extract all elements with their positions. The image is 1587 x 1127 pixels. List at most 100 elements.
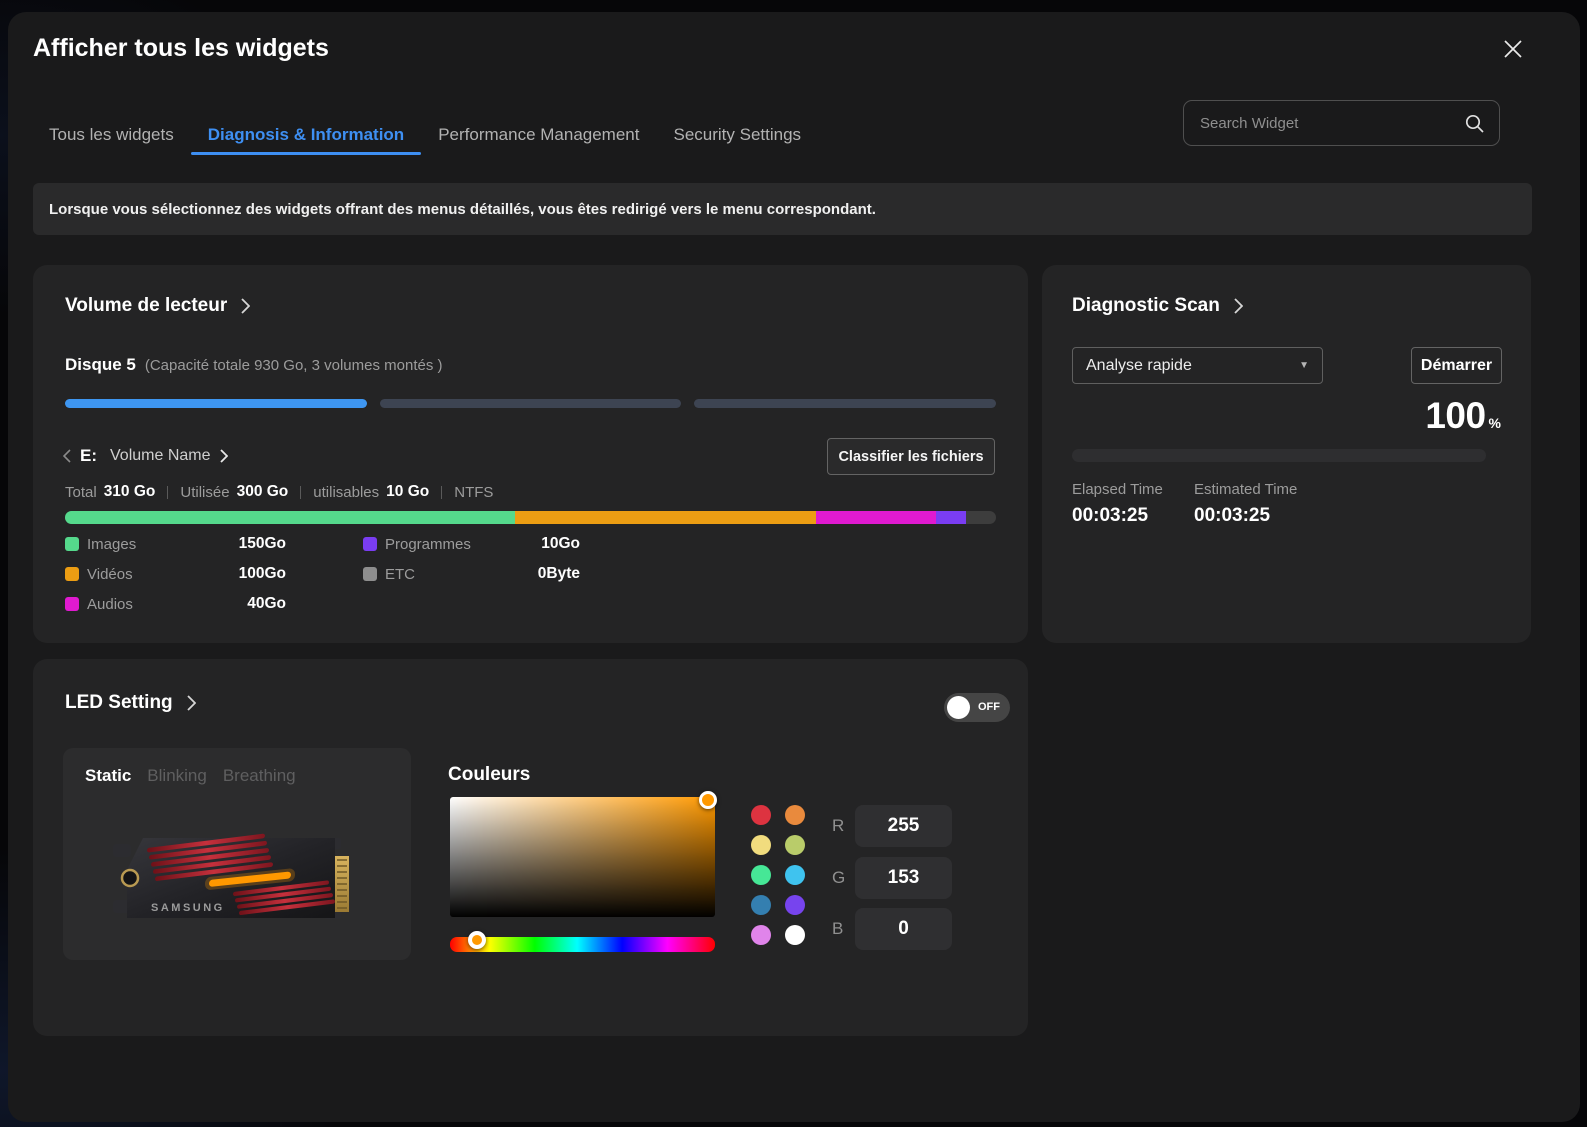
- color-swatch-blue[interactable]: [751, 895, 771, 915]
- ssd-brand-text: SAMSUNG: [151, 902, 225, 914]
- stat-value: 300 Go: [237, 483, 289, 501]
- disk-volume-segments: [65, 399, 996, 408]
- color-swatch-green[interactable]: [751, 865, 771, 885]
- scan-progress-percent: 100 %: [1425, 395, 1501, 437]
- green-channel-field[interactable]: 153: [855, 857, 952, 899]
- blue-channel-field[interactable]: 0: [855, 908, 952, 950]
- usage-segment-images: [65, 511, 515, 524]
- usage-segment-videos: [515, 511, 815, 524]
- stat-label: Total: [65, 484, 97, 501]
- start-scan-button[interactable]: Démarrer: [1411, 347, 1502, 384]
- color-swatch-cyan[interactable]: [785, 865, 805, 885]
- scan-progress-bar: [1072, 449, 1486, 462]
- page-title: Afficher tous les widgets: [33, 34, 329, 63]
- estimated-time-value: 00:03:25: [1194, 505, 1270, 527]
- estimated-time-label: Estimated Time: [1194, 481, 1297, 498]
- saturation-value-cursor[interactable]: [699, 791, 717, 809]
- diagnostic-card-title: Diagnostic Scan: [1072, 295, 1220, 317]
- search-icon[interactable]: [1464, 113, 1485, 134]
- legend-chip: [65, 567, 79, 581]
- scan-type-dropdown[interactable]: Analyse rapide ▼: [1072, 347, 1323, 384]
- disk-capacity-info: (Capacité totale 930 Go, 3 volumes monté…: [145, 357, 443, 374]
- toggle-state-label: OFF: [978, 693, 1000, 722]
- info-banner-text: Lorsque vous sélectionnez des widgets of…: [49, 201, 876, 218]
- red-channel-label: R: [832, 805, 854, 847]
- diagnostic-scan-card: Diagnostic Scan Analyse rapide ▼ Démarre…: [1042, 265, 1531, 643]
- volume-navigator: E: Volume Name: [63, 443, 228, 469]
- hue-slider[interactable]: [450, 937, 715, 952]
- volume-segment[interactable]: [694, 399, 996, 408]
- widgets-modal: Afficher tous les widgets Tous les widge…: [8, 12, 1580, 1122]
- color-swatch-orange[interactable]: [785, 805, 805, 825]
- legend-item: Programmes 10Go: [363, 535, 580, 553]
- led-mode-tabs: Static Blinking Breathing: [85, 766, 296, 786]
- led-setting-card: LED Setting OFF Static Blinking Breathin…: [33, 659, 1028, 1036]
- color-swatch-red[interactable]: [751, 805, 771, 825]
- hue-slider-cursor[interactable]: [468, 931, 486, 949]
- volume-name: Volume Name: [110, 447, 211, 465]
- tab-bar: Tous les widgets Diagnosis & Information…: [32, 115, 818, 155]
- usage-segment-audios: [816, 511, 936, 524]
- tab-performance-management[interactable]: Performance Management: [421, 115, 656, 155]
- blue-channel-label: B: [832, 908, 854, 950]
- close-icon: [1500, 36, 1526, 62]
- led-card-title: LED Setting: [65, 692, 173, 714]
- disk-info-line: Disque 5 (Capacité totale 930 Go, 3 volu…: [65, 355, 443, 375]
- classify-files-button[interactable]: Classifier les fichiers: [827, 438, 995, 475]
- disk-name: Disque 5: [65, 355, 136, 375]
- stat-value: 310 Go: [104, 483, 156, 501]
- color-swatch-grid: [751, 805, 805, 945]
- stat-label: utilisables: [313, 484, 379, 501]
- filesystem-label: NTFS: [454, 484, 493, 501]
- stat-label: Utilisée: [180, 484, 229, 501]
- legend-chip: [65, 597, 79, 611]
- elapsed-time-label: Elapsed Time: [1072, 481, 1163, 498]
- chevron-right-icon[interactable]: [220, 449, 228, 463]
- tab-tous-les-widgets[interactable]: Tous les widgets: [32, 115, 191, 155]
- mode-static[interactable]: Static: [85, 766, 131, 786]
- led-toggle[interactable]: OFF: [944, 693, 1010, 722]
- chevron-left-icon[interactable]: [63, 449, 71, 463]
- ssd-image: SAMSUNG: [113, 828, 363, 928]
- close-button[interactable]: [1496, 32, 1530, 66]
- chevron-right-icon: [241, 298, 250, 314]
- volume-segment[interactable]: [380, 399, 682, 408]
- legend-item: ETC 0Byte: [363, 565, 580, 583]
- color-swatch-magenta[interactable]: [751, 925, 771, 945]
- toggle-knob: [947, 696, 970, 719]
- usage-bar: [65, 511, 996, 524]
- chevron-right-icon: [187, 695, 196, 711]
- colors-title: Couleurs: [448, 764, 530, 786]
- drive-letter: E:: [80, 446, 97, 466]
- search-input[interactable]: [1184, 115, 1464, 132]
- tab-security-settings[interactable]: Security Settings: [656, 115, 818, 155]
- volume-card-header[interactable]: Volume de lecteur: [65, 295, 250, 317]
- scan-type-value: Analyse rapide: [1086, 357, 1192, 375]
- mode-blinking[interactable]: Blinking: [147, 766, 207, 786]
- saturation-value-picker[interactable]: [450, 797, 715, 917]
- red-channel-field[interactable]: 255: [855, 805, 952, 847]
- divider: [441, 486, 442, 499]
- elapsed-time-value: 00:03:25: [1072, 505, 1148, 527]
- usage-segment-programs: [936, 511, 966, 524]
- diagnostic-card-header[interactable]: Diagnostic Scan: [1072, 295, 1243, 317]
- divider: [300, 486, 301, 499]
- search-box: [1183, 100, 1500, 146]
- stat-value: 10 Go: [386, 483, 429, 501]
- color-swatch-yellow[interactable]: [751, 835, 771, 855]
- volume-card-title: Volume de lecteur: [65, 295, 227, 317]
- volume-stats: Total 310 Go Utilisée 300 Go utilisables…: [65, 481, 493, 503]
- tab-diagnosis-information[interactable]: Diagnosis & Information: [191, 115, 421, 155]
- green-channel-label: G: [832, 857, 854, 899]
- color-swatch-white[interactable]: [785, 925, 805, 945]
- legend-item: Vidéos 100Go: [65, 565, 286, 583]
- divider: [167, 486, 168, 499]
- mode-breathing[interactable]: Breathing: [223, 766, 296, 786]
- color-swatch-yellowgreen[interactable]: [785, 835, 805, 855]
- color-swatch-purple[interactable]: [785, 895, 805, 915]
- legend-chip: [363, 537, 377, 551]
- led-card-header[interactable]: LED Setting: [65, 692, 196, 714]
- legend-chip: [65, 537, 79, 551]
- legend-item: Images 150Go: [65, 535, 286, 553]
- volume-segment[interactable]: [65, 399, 367, 408]
